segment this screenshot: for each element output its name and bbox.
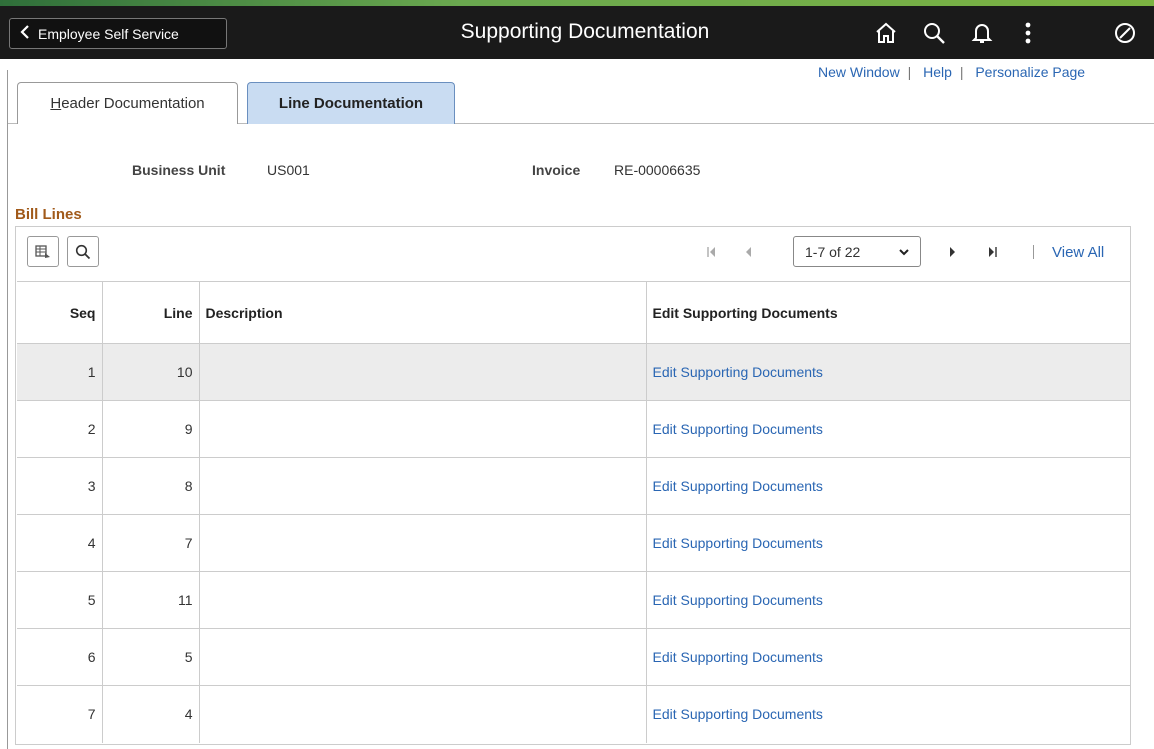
- cell-seq: 2: [17, 400, 103, 458]
- bill-lines-table: Seq Line Description Edit Supporting Doc…: [17, 281, 1130, 743]
- personalize-grid-button[interactable]: [27, 236, 59, 267]
- cell-line: 8: [102, 457, 200, 515]
- cell-edit: Edit Supporting Documents: [646, 514, 1130, 572]
- cell-edit: Edit Supporting Documents: [646, 571, 1130, 629]
- table-row[interactable]: 5 11 Edit Supporting Documents: [17, 571, 1130, 629]
- search-icon: [75, 244, 91, 259]
- column-header-seq[interactable]: Seq: [17, 281, 103, 344]
- cell-seq: 1: [17, 343, 103, 401]
- tab-line-label: Line Documentation: [278, 95, 424, 112]
- bill-lines-grid: 1-7 of 22 View All Seq Line Description …: [15, 226, 1131, 745]
- previous-page-icon[interactable]: [736, 236, 760, 267]
- help-link[interactable]: Help: [923, 64, 952, 80]
- find-in-grid-button[interactable]: [67, 236, 99, 267]
- edit-supporting-documents-link[interactable]: Edit Supporting Documents: [653, 535, 823, 551]
- business-unit-label: Business Unit: [132, 162, 226, 178]
- top-navigation-bar: Employee Self Service Supporting Documen…: [0, 6, 1154, 59]
- tab-accesskey-letter: H: [50, 95, 62, 112]
- kebab-menu-icon[interactable]: [1012, 18, 1044, 48]
- cell-description: [199, 343, 647, 401]
- table-row[interactable]: 4 7 Edit Supporting Documents: [17, 514, 1130, 572]
- invoice-label: Invoice: [532, 162, 581, 178]
- next-page-icon[interactable]: [941, 236, 965, 267]
- page-range-select[interactable]: 1-7 of 22: [793, 236, 921, 267]
- bell-icon[interactable]: [966, 18, 998, 48]
- new-window-link[interactable]: New Window: [818, 64, 900, 80]
- cell-seq: 7: [17, 685, 103, 743]
- table-row[interactable]: 1 10 Edit Supporting Documents: [17, 343, 1130, 401]
- table-row[interactable]: 3 8 Edit Supporting Documents: [17, 457, 1130, 515]
- cell-description: [199, 457, 647, 515]
- cell-seq: 4: [17, 514, 103, 572]
- utility-links: New Window | Help | Personalize Page: [818, 64, 1085, 80]
- edit-supporting-documents-link[interactable]: Edit Supporting Documents: [653, 649, 823, 665]
- grid-title: Bill Lines: [15, 206, 82, 223]
- cell-line: 9: [102, 400, 200, 458]
- cell-line: 11: [102, 571, 200, 629]
- column-header-line[interactable]: Line: [102, 281, 200, 344]
- cell-edit: Edit Supporting Documents: [646, 686, 1130, 743]
- personalize-page-link[interactable]: Personalize Page: [975, 64, 1085, 80]
- cell-line: 10: [102, 343, 200, 401]
- cell-seq: 5: [17, 571, 103, 629]
- edit-supporting-documents-link[interactable]: Edit Supporting Documents: [653, 706, 823, 722]
- cell-description: [199, 571, 647, 629]
- cell-description: [199, 514, 647, 572]
- cell-description: [199, 685, 647, 743]
- page-left-border: [7, 70, 8, 749]
- cell-edit: Edit Supporting Documents: [646, 628, 1130, 686]
- view-all-link[interactable]: View All: [1052, 244, 1104, 261]
- edit-supporting-documents-link[interactable]: Edit Supporting Documents: [653, 421, 823, 437]
- tab-line-documentation[interactable]: Line Documentation: [247, 82, 455, 124]
- table-row[interactable]: 6 5 Edit Supporting Documents: [17, 628, 1130, 686]
- cell-edit: Edit Supporting Documents: [646, 400, 1130, 458]
- link-separator: |: [959, 64, 964, 80]
- last-page-icon[interactable]: [981, 236, 1005, 267]
- link-separator: |: [907, 64, 912, 80]
- search-icon[interactable]: [918, 18, 950, 48]
- cell-description: [199, 400, 647, 458]
- column-header-edit-supporting-documents[interactable]: Edit Supporting Documents: [646, 281, 1130, 344]
- cell-edit: Edit Supporting Documents: [646, 457, 1130, 515]
- home-icon[interactable]: [870, 18, 902, 48]
- column-header-description[interactable]: Description: [199, 281, 647, 344]
- cell-seq: 3: [17, 457, 103, 515]
- first-page-icon[interactable]: [699, 236, 723, 267]
- chevron-down-icon: [898, 245, 910, 261]
- table-header-row: Seq Line Description Edit Supporting Doc…: [17, 281, 1130, 344]
- table-row[interactable]: 2 9 Edit Supporting Documents: [17, 400, 1130, 458]
- cell-seq: 6: [17, 628, 103, 686]
- cell-edit: Edit Supporting Documents: [646, 343, 1130, 401]
- edit-supporting-documents-link[interactable]: Edit Supporting Documents: [653, 364, 823, 380]
- invoice-value: RE-00006635: [614, 162, 701, 178]
- cell-line: 4: [102, 685, 200, 743]
- cell-line: 7: [102, 514, 200, 572]
- business-unit-value: US001: [267, 162, 310, 178]
- navbar-compass-icon[interactable]: [1110, 18, 1140, 48]
- cell-description: [199, 628, 647, 686]
- table-row[interactable]: 7 4 Edit Supporting Documents: [17, 685, 1130, 743]
- cell-line: 5: [102, 628, 200, 686]
- edit-supporting-documents-link[interactable]: Edit Supporting Documents: [653, 478, 823, 494]
- edit-supporting-documents-link[interactable]: Edit Supporting Documents: [653, 592, 823, 608]
- tab-header-label: eader Documentation: [61, 95, 205, 112]
- grid-settings-icon: [35, 244, 50, 258]
- page-range-value: 1-7 of 22: [805, 243, 861, 260]
- pager-divider: [1033, 245, 1034, 259]
- tab-header-documentation[interactable]: Header Documentation: [17, 82, 238, 124]
